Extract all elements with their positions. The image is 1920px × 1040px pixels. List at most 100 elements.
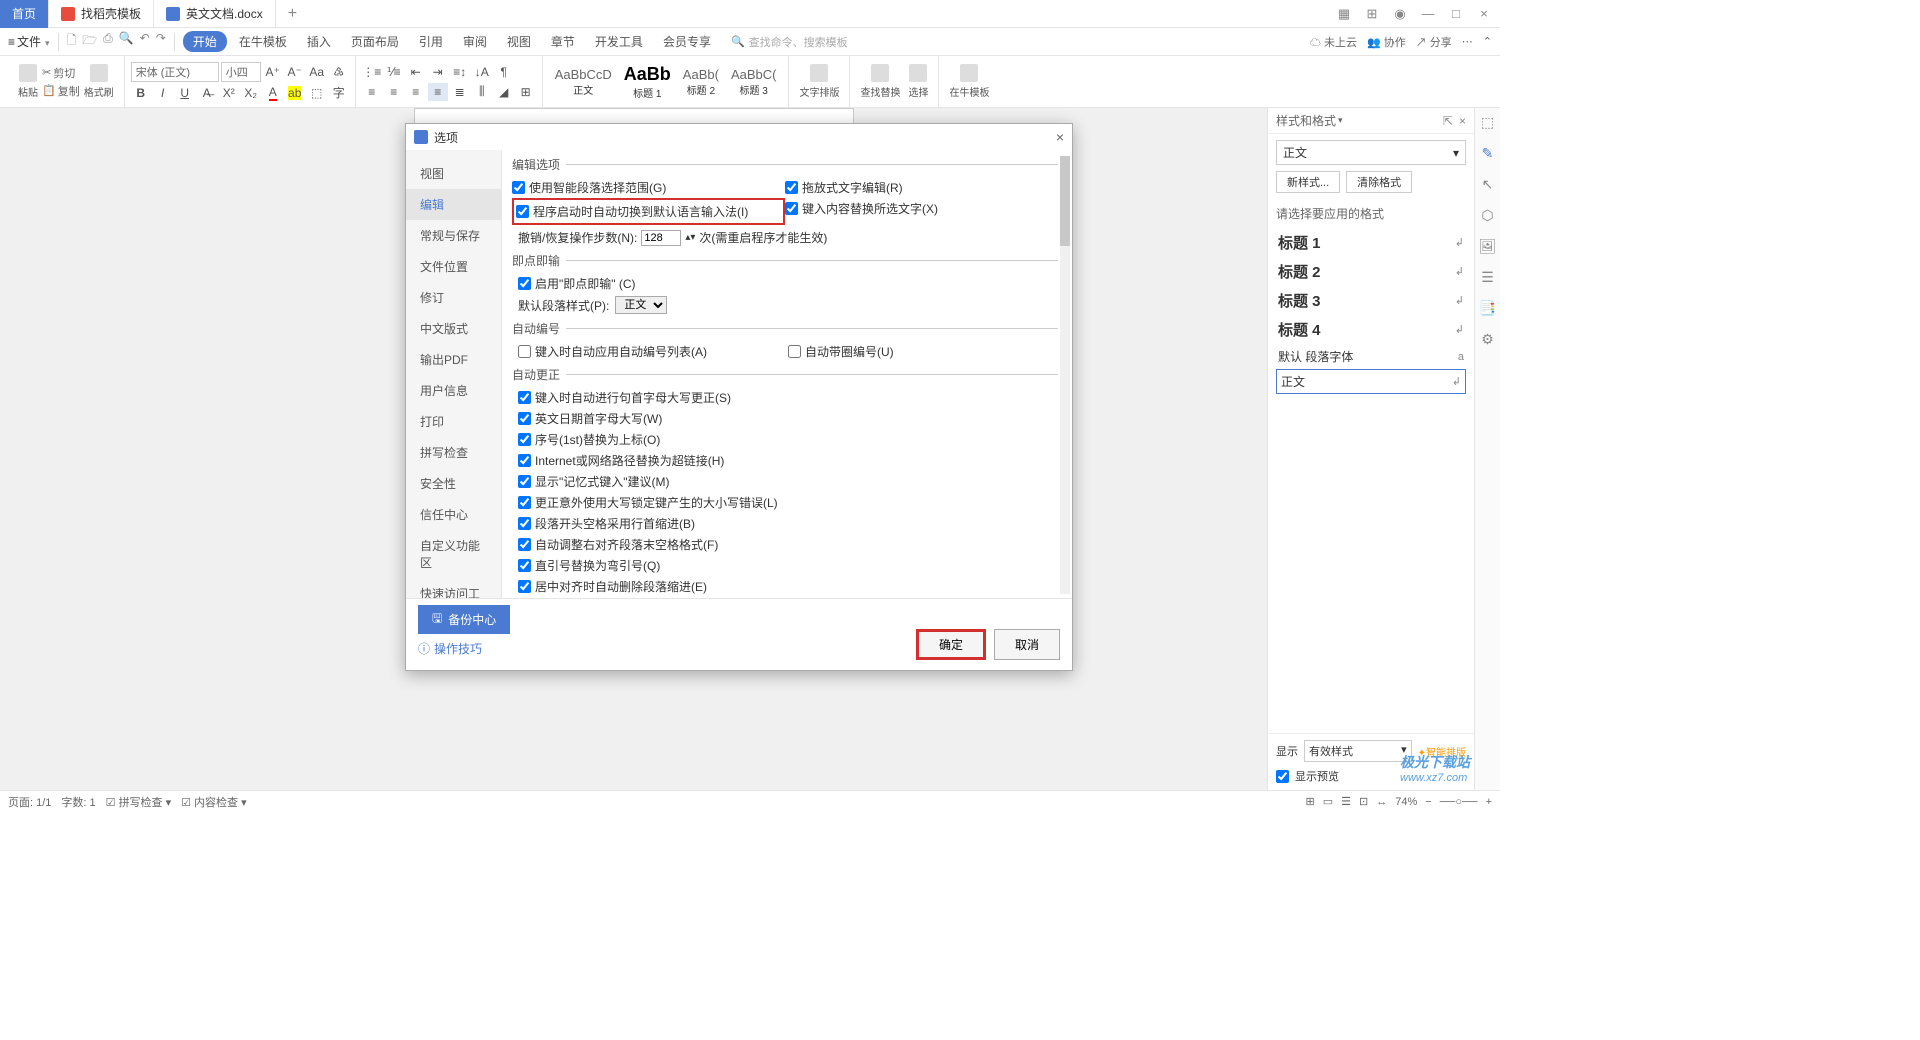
nav-qat[interactable]: 快速访问工具栏 [406, 578, 501, 598]
nav-security[interactable]: 安全性 [406, 468, 501, 499]
minimize-icon[interactable]: — [1418, 6, 1438, 21]
style-normal[interactable]: AaBbCcD正文 [549, 67, 618, 97]
nav-print[interactable]: 打印 [406, 406, 501, 437]
border-button[interactable]: ⊞ [516, 83, 536, 101]
text-layout-button[interactable]: 文字排版 [795, 64, 843, 99]
share[interactable]: ↗ 分享 [1416, 34, 1452, 50]
style-item-normal[interactable]: 正文↲ [1276, 369, 1466, 394]
style-h2[interactable]: AaBb(标题 2 [677, 67, 725, 97]
dialog-scrollbar[interactable] [1060, 156, 1070, 594]
user-icon[interactable]: ◉ [1390, 6, 1410, 22]
subscript-button[interactable]: X₂ [241, 84, 261, 102]
ok-button[interactable]: 确定 [916, 629, 986, 660]
check-ac-1[interactable] [518, 412, 531, 425]
format-painter-button[interactable]: 格式刷 [80, 64, 118, 99]
grow-font-icon[interactable]: A⁺ [263, 63, 283, 81]
check-ac-6[interactable] [518, 517, 531, 530]
bold-button[interactable]: B [131, 84, 151, 102]
check-ac-5[interactable] [518, 496, 531, 509]
tab-home[interactable]: 首页 [0, 0, 49, 28]
copy-button[interactable]: 📋 复制 [42, 83, 80, 99]
clear-format-icon[interactable]: ♵ [329, 63, 349, 81]
font-size-select[interactable]: 小四 [221, 62, 261, 82]
collab[interactable]: 👥 协作 [1367, 34, 1406, 50]
fit-icon[interactable]: ↔ [1376, 796, 1387, 808]
menu-review[interactable]: 审阅 [455, 31, 495, 52]
cancel-button[interactable]: 取消 [994, 629, 1060, 660]
align-right-button[interactable]: ≡ [406, 83, 426, 101]
shrink-font-icon[interactable]: A⁻ [285, 63, 305, 81]
style-h3[interactable]: AaBbC(标题 3 [725, 67, 783, 97]
dialog-close-button[interactable]: × [1056, 129, 1064, 145]
cloud-status[interactable]: ☁ 未上云 [1310, 34, 1357, 50]
check-ac-9[interactable] [518, 580, 531, 593]
style-item-h2[interactable]: 标题 2↲ [1276, 257, 1466, 286]
rt-select-icon[interactable]: ⬚ [1481, 114, 1494, 131]
superscript-button[interactable]: X² [219, 84, 239, 102]
new-icon[interactable]: 🗋 [67, 31, 77, 52]
zoom-value[interactable]: 74% [1395, 796, 1417, 808]
check-smart-paragraph[interactable] [512, 181, 525, 194]
underline-button[interactable]: U [175, 84, 195, 102]
show-marks-button[interactable]: ¶ [494, 63, 514, 81]
cut-button[interactable]: ✂ 剪切 [42, 65, 80, 81]
char-border-button[interactable]: ⬚ [307, 84, 327, 102]
shading-button[interactable]: ◢ [494, 83, 514, 101]
apps-icon[interactable]: ⊞ [1362, 6, 1382, 22]
nav-general[interactable]: 常规与保存 [406, 220, 501, 251]
phonetic-button[interactable]: 字 [329, 84, 349, 102]
numbering-button[interactable]: ⅟≡ [384, 63, 404, 81]
check-ac-7[interactable] [518, 538, 531, 551]
find-replace-button[interactable]: 查找替换 [856, 64, 904, 99]
font-name-select[interactable]: 宋体 (正文) [131, 62, 219, 82]
strike-button[interactable]: A̶ [197, 84, 217, 102]
align-left-button[interactable]: ≡ [362, 83, 382, 101]
nav-customize[interactable]: 自定义功能区 [406, 530, 501, 578]
word-count[interactable]: 字数: 1 [61, 794, 95, 810]
menu-member[interactable]: 会员专享 [655, 31, 719, 52]
new-style-button[interactable]: 新样式... [1276, 171, 1340, 193]
check-auto-number-list[interactable] [518, 345, 531, 358]
more-icon[interactable]: ⋯ [1462, 35, 1473, 48]
columns-button[interactable]: ⫼ [472, 83, 492, 101]
menu-start[interactable]: 开始 [183, 31, 227, 52]
menu-reference[interactable]: 引用 [411, 31, 451, 52]
style-item-default-font[interactable]: 默认 段落字体a [1276, 344, 1466, 369]
file-menu[interactable]: ≡ 文件 [8, 33, 50, 50]
show-select[interactable]: 有效样式▾ [1304, 740, 1412, 762]
collapse-icon[interactable]: ⌃ [1483, 35, 1492, 48]
content-check-status[interactable]: ☑ 内容检查 ▾ [181, 794, 247, 810]
menu-section[interactable]: 章节 [543, 31, 583, 52]
view-icon-1[interactable]: ⊞ [1306, 795, 1315, 808]
maximize-icon[interactable]: □ [1446, 6, 1466, 21]
preview-icon[interactable]: 🔍 [119, 31, 134, 52]
zoom-slider[interactable]: ──○── [1440, 796, 1478, 808]
highlight-button[interactable]: ab [285, 84, 305, 102]
rt-shape-icon[interactable]: ⬡ [1481, 207, 1493, 224]
undo-icon[interactable]: ↶ [140, 31, 150, 52]
nav-user[interactable]: 用户信息 [406, 375, 501, 406]
check-drag-drop[interactable] [785, 181, 798, 194]
nav-view[interactable]: 视图 [406, 158, 501, 189]
backup-center-button[interactable]: 🖫 备份中心 [418, 605, 510, 634]
redo-icon[interactable]: ↷ [156, 31, 166, 52]
nav-chinese[interactable]: 中文版式 [406, 313, 501, 344]
pin-icon[interactable]: ⇱ [1443, 114, 1453, 128]
print-icon[interactable]: ⎙ [103, 31, 113, 52]
nav-pdf[interactable]: 输出PDF [406, 344, 501, 375]
check-replace-selection[interactable] [785, 202, 798, 215]
command-search[interactable]: 🔍 查找命令、搜索模板 [731, 34, 848, 50]
distribute-button[interactable]: ≣ [450, 83, 470, 101]
italic-button[interactable]: I [153, 84, 173, 102]
check-ac-2[interactable] [518, 433, 531, 446]
check-click-type[interactable] [518, 277, 531, 290]
sort-button[interactable]: ↓A [472, 63, 492, 81]
view-icon-4[interactable]: ⊡ [1359, 795, 1368, 808]
check-ac-3[interactable] [518, 454, 531, 467]
menu-view[interactable]: 视图 [499, 31, 539, 52]
bullets-button[interactable]: ⋮≡ [362, 63, 382, 81]
grid-icon[interactable]: ▦ [1334, 6, 1354, 22]
tab-add[interactable]: + [276, 5, 309, 23]
menu-layout[interactable]: 页面布局 [343, 31, 407, 52]
style-item-h1[interactable]: 标题 1↲ [1276, 228, 1466, 257]
